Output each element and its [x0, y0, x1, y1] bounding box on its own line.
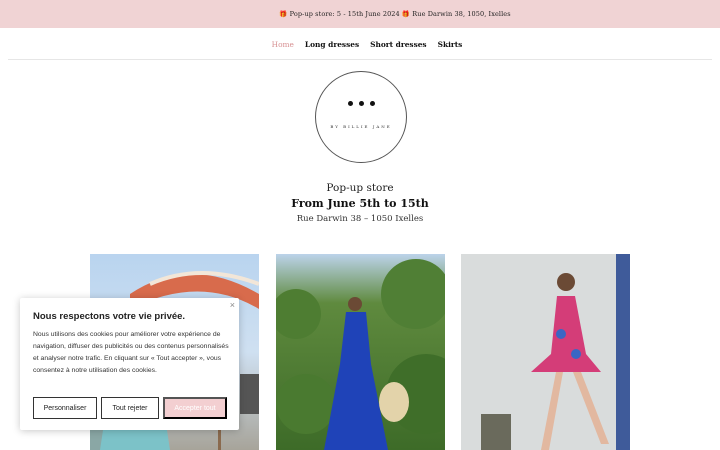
- cookie-body: Nous utilisons des cookies pour améliore…: [33, 331, 229, 374]
- popup-dates: From June 5th to 15th: [291, 197, 429, 210]
- cookie-consent-dialog: × Nous respectons votre vie privée. Nous…: [20, 298, 239, 430]
- nav-divider: [8, 59, 712, 60]
- cookie-title: Nous respectons votre vie privée.: [33, 311, 186, 322]
- popup-address: Rue Darwin 38 – 1050 Ixelles: [296, 214, 424, 224]
- announcement-text: 🎁 Pop-up store: 5 - 15th June 2024 🎁 Rue…: [279, 10, 511, 18]
- blue-dress-photo-icon: [276, 259, 445, 450]
- popup-title: Pop-up store: [326, 182, 394, 194]
- reject-all-button[interactable]: Tout rejeter: [101, 397, 159, 419]
- pink-dress-photo-icon: [461, 254, 630, 450]
- close-icon[interactable]: ×: [230, 300, 235, 310]
- main-nav: Home Long dresses Short dresses Skirts: [0, 28, 720, 60]
- nav-item-long-dresses[interactable]: Long dresses: [305, 40, 359, 49]
- product-photo-pink-dress[interactable]: [461, 254, 630, 450]
- nav-item-short-dresses[interactable]: Short dresses: [370, 40, 426, 49]
- announcement-bar: 🎁 Pop-up store: 5 - 15th June 2024 🎁 Rue…: [0, 0, 720, 28]
- nav-item-skirts[interactable]: Skirts: [438, 40, 463, 49]
- brand-logo[interactable]: BY BILLIE JANE: [315, 71, 407, 163]
- product-photo-blue-dress[interactable]: [276, 254, 445, 450]
- logo-dots-icon: [316, 101, 406, 106]
- logo-text: BY BILLIE JANE: [330, 124, 392, 129]
- nav-item-home[interactable]: Home: [272, 40, 294, 49]
- customize-button[interactable]: Personnaliser: [33, 397, 97, 419]
- accept-all-button[interactable]: Accepter tout: [163, 397, 227, 419]
